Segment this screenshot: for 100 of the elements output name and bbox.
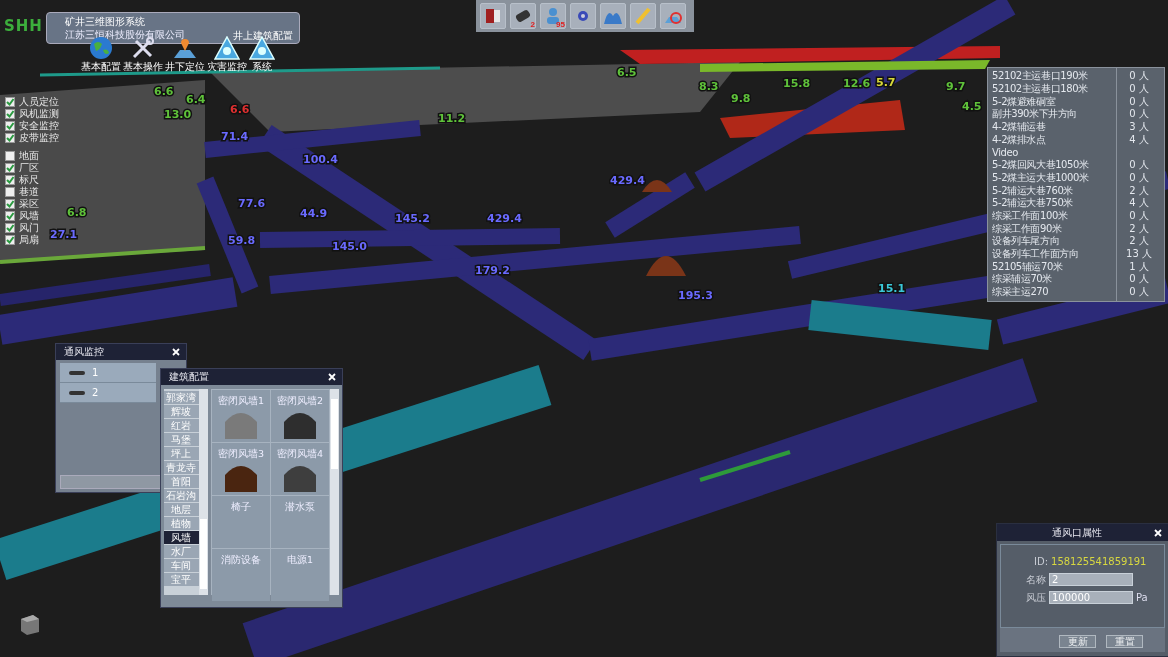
distance-label: 9.8	[731, 92, 751, 105]
category-item[interactable]: 坪上	[164, 447, 199, 460]
scrollbar[interactable]	[330, 389, 339, 595]
category-item[interactable]: 宝平	[164, 573, 199, 586]
category-item[interactable]: 风墙	[164, 531, 199, 544]
people-count: 13 人	[1125, 246, 1153, 261]
model-tile[interactable]: 椅子	[211, 496, 270, 548]
category-item[interactable]: 青龙寺	[164, 461, 199, 474]
model-tile[interactable]: 密闭风墙4	[270, 443, 329, 495]
category-item[interactable]: 首阳	[164, 475, 199, 488]
distance-label: 6.5	[617, 66, 637, 79]
toolbar-button[interactable]	[570, 3, 596, 29]
count-label: 2	[530, 20, 535, 29]
checkbox[interactable]	[5, 211, 15, 221]
distance-label: 195.3	[678, 289, 713, 302]
distance-label: 12.6	[843, 77, 871, 90]
category-item[interactable]: 马堡	[164, 433, 199, 446]
input-field[interactable]: 2	[1049, 573, 1133, 586]
distance-label: 77.6	[238, 197, 266, 210]
fan-list-item[interactable]: 2	[60, 383, 156, 403]
toolbar-button[interactable]: 2	[510, 3, 536, 29]
distance-label: 71.4	[221, 130, 249, 143]
people-count: 0 人	[1128, 69, 1150, 84]
checkbox[interactable]	[5, 199, 15, 209]
checkbox[interactable]	[5, 163, 15, 173]
checkbox[interactable]	[5, 133, 15, 143]
model-tile[interactable]: 密闭风墙3	[211, 443, 270, 495]
distance-label: 145.0	[332, 240, 367, 253]
distance-label: 179.2	[475, 264, 510, 277]
location-name: 设备列车尾方向	[992, 234, 1061, 248]
close-icon[interactable]	[172, 348, 180, 356]
checkbox[interactable]	[5, 151, 15, 161]
location-name: 副井390米下井方向	[992, 107, 1079, 121]
location-name: 设备列车工作面方向	[992, 246, 1080, 261]
category-item[interactable]: 水厂	[164, 545, 199, 558]
distance-label: 5.7	[876, 76, 896, 89]
people-count: 2 人	[1128, 221, 1150, 236]
model-tile[interactable]: 密闭风墙1	[211, 390, 270, 442]
category-item[interactable]: 车间	[164, 559, 199, 572]
model-tile[interactable]: 潜水泵	[270, 496, 329, 548]
checkbox[interactable]	[5, 187, 15, 197]
field-label: 名称	[1026, 572, 1046, 587]
checkbox[interactable]	[5, 97, 15, 107]
people-count: 4 人	[1128, 132, 1150, 147]
model-tile[interactable]: 密闭风墙2	[270, 390, 329, 442]
location-name: 5-2煤主运大巷1000米	[992, 170, 1090, 185]
distance-label: 429.4	[487, 212, 522, 225]
distance-label: 59.8	[228, 234, 256, 247]
distance-label: 9.7	[946, 80, 966, 93]
distance-label: 15.8	[783, 77, 811, 90]
fan-list-item[interactable]: 1	[60, 363, 156, 383]
wall-marker-drawing	[646, 256, 686, 276]
category-item[interactable]: 红岩	[164, 419, 199, 432]
distance-label: 6.8	[67, 206, 87, 219]
close-icon[interactable]	[1154, 528, 1162, 537]
layer-label: 皮带监控	[19, 131, 59, 145]
checkbox[interactable]	[5, 235, 15, 245]
category-item[interactable]: 辉坡	[164, 405, 199, 418]
book-icon	[483, 6, 503, 26]
people-count: 0 人	[1128, 208, 1150, 223]
toolbar-button[interactable]	[480, 3, 506, 29]
location-name: 综采辅运70米	[992, 272, 1053, 286]
distance-label: 8.3	[699, 80, 719, 93]
toolbar-button[interactable]: 95	[540, 3, 566, 29]
category-item[interactable]: 石岩沟	[164, 489, 199, 502]
input-field[interactable]: 100000	[1049, 591, 1133, 604]
location-name: 52105辅运70米	[992, 259, 1064, 273]
location-name: 综采主运270	[992, 285, 1050, 300]
unit-label: Pa	[1136, 592, 1148, 603]
distance-label: 6.6	[230, 103, 250, 116]
location-name: Video	[992, 146, 1020, 158]
view-cube-icon[interactable]	[18, 612, 42, 636]
location-name: 52102主运巷口180米	[992, 82, 1089, 96]
id-value: 158125541859191	[1051, 555, 1147, 567]
people-count: 1 人	[1128, 259, 1150, 274]
distance-label: 6.6	[154, 85, 174, 98]
checkbox[interactable]	[5, 175, 15, 185]
field-label: 风压	[1026, 590, 1046, 605]
distance-label: 429.4	[610, 174, 645, 187]
distance-label: 11.2	[438, 112, 466, 125]
model-tile[interactable]: 消防设备	[211, 549, 270, 601]
layer-label: 厂区	[19, 161, 39, 175]
model-tile[interactable]: 电源1	[270, 549, 329, 601]
category-item[interactable]: 植物	[164, 517, 199, 530]
window-title: 通风监控	[64, 345, 104, 359]
layer-label: 采区	[19, 197, 39, 210]
checkbox[interactable]	[5, 109, 15, 119]
category-item[interactable]: 郭家湾	[164, 391, 199, 404]
checkbox[interactable]	[5, 121, 15, 131]
location-name: 综采工作面100米	[992, 208, 1069, 223]
layer-label: 巷道	[19, 185, 39, 198]
distance-label: 6.4	[186, 93, 206, 106]
category-item[interactable]: 地层	[164, 503, 199, 516]
people-count: 0 人	[1128, 285, 1150, 300]
close-icon[interactable]	[328, 373, 336, 381]
layer-label: 局扇	[19, 233, 39, 247]
checkbox[interactable]	[5, 223, 15, 233]
scrollbar[interactable]	[198, 389, 208, 595]
people-count: 2 人	[1128, 234, 1150, 249]
app-title: 矿井三维图形系统	[65, 15, 145, 29]
